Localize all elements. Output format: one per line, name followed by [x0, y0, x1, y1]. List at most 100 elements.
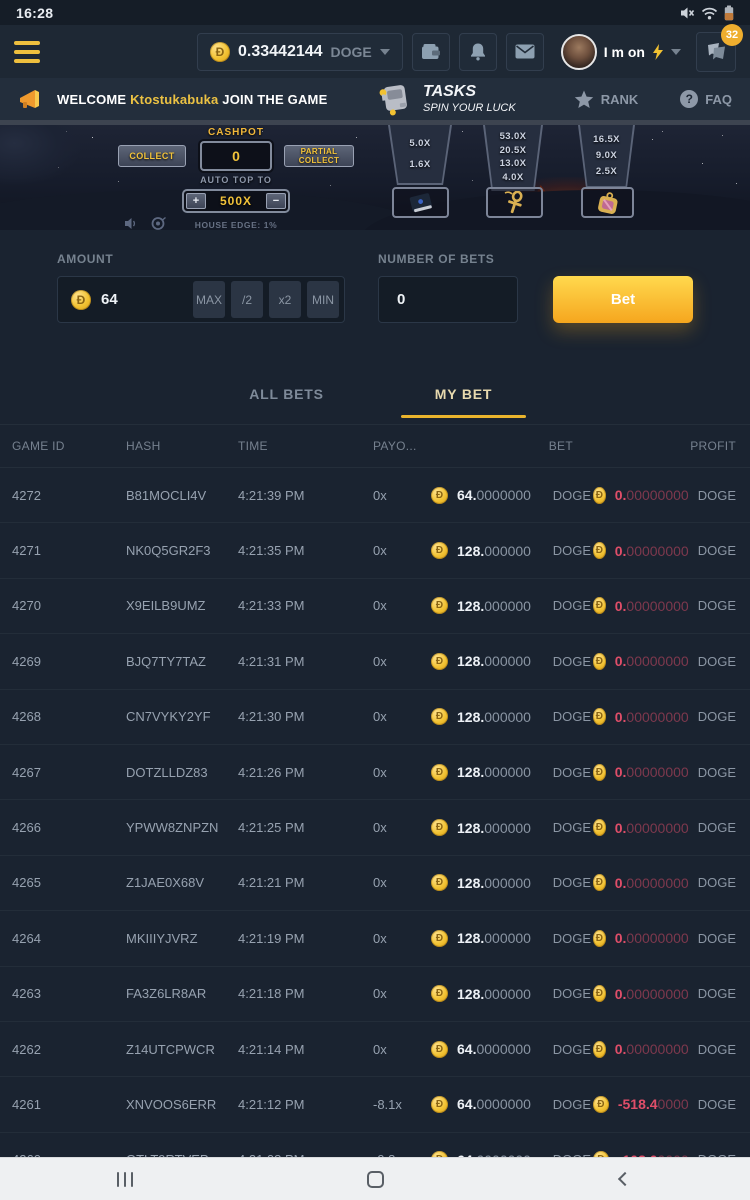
header-bet: BET — [431, 439, 593, 453]
table-row[interactable]: 4268 CN7VYKY2YF 4:21:30 PM 0x Đ 128.0000… — [0, 690, 750, 745]
mail-icon — [515, 44, 535, 59]
amount-max-button[interactable]: MAX — [193, 281, 225, 318]
cell-payout: 0x — [373, 986, 431, 1001]
cell-time: 4:21:25 PM — [238, 820, 373, 835]
doge-coin-icon: Đ — [431, 985, 448, 1002]
wallet-button[interactable] — [412, 33, 450, 71]
amount-2-button[interactable]: /2 — [231, 281, 263, 318]
cell-hash: X9EILB9UMZ — [126, 598, 238, 613]
table-row[interactable]: 4270 X9EILB9UMZ 4:21:33 PM 0x Đ 128.0000… — [0, 579, 750, 634]
item-card-amulet[interactable] — [581, 187, 634, 218]
faq-label: FAQ — [705, 92, 732, 107]
cell-profit: Đ -518.40000 DOGE — [593, 1096, 738, 1113]
minus-button[interactable]: − — [266, 193, 286, 209]
cell-profit: Đ 0.00000000 DOGE — [593, 708, 738, 725]
chat-unread-badge: 32 — [721, 24, 743, 46]
doge-coin-icon: Đ — [593, 542, 606, 559]
table-row[interactable]: 4266 YPWW8ZNPZN 4:21:25 PM 0x Đ 128.0000… — [0, 800, 750, 855]
android-nav-bar — [0, 1157, 750, 1200]
user-name: I m on — [604, 44, 645, 60]
balance-amount: 0.33442144 — [238, 43, 323, 61]
cell-time: 4:21:19 PM — [238, 931, 373, 946]
status-bar: 16:28 — [0, 0, 750, 25]
cell-profit: Đ 0.00000000 DOGE — [593, 985, 738, 1002]
item-card-book[interactable] — [392, 187, 449, 218]
user-menu[interactable]: I m on — [561, 34, 681, 70]
table-row[interactable]: 4262 Z14UTCPWCR 4:21:14 PM 0x Đ 64.00000… — [0, 1022, 750, 1077]
amount-label: AMOUNT — [57, 252, 345, 266]
bet-button[interactable]: Bet — [553, 276, 693, 323]
table-row[interactable]: 4265 Z1JAE0X68V 4:21:21 PM 0x Đ 128.0000… — [0, 856, 750, 911]
table-row[interactable]: 4271 NK0Q5GR2F3 4:21:35 PM 0x Đ 128.0000… — [0, 523, 750, 578]
table-row[interactable]: 4267 DOTZLLDZ83 4:21:26 PM 0x Đ 128.0000… — [0, 745, 750, 800]
snail-icon[interactable] — [151, 216, 167, 230]
promo-banner: WELCOME Ktostukabuka JOIN THE GAME TASKS… — [0, 78, 750, 120]
partial-collect-button[interactable]: PARTIAL COLLECT — [284, 145, 354, 167]
table-row[interactable]: 4263 FA3Z6LR8AR 4:21:18 PM 0x Đ 128.0000… — [0, 967, 750, 1022]
tasks-title: TASKS — [423, 83, 516, 101]
back-button[interactable] — [500, 1174, 750, 1184]
wallet-icon — [421, 43, 441, 61]
doge-coin-icon: Đ — [593, 653, 606, 670]
bets-input-box — [378, 276, 518, 323]
cell-game-id: 4266 — [12, 820, 126, 835]
doge-coin-icon: Đ — [431, 542, 448, 559]
number-of-bets-input[interactable] — [397, 291, 467, 308]
rank-link[interactable]: RANK — [574, 90, 639, 109]
doge-coin-icon: Đ — [71, 290, 91, 310]
cell-profit: Đ 0.00000000 DOGE — [593, 1041, 738, 1058]
multiplier-label: 1.6X — [409, 159, 430, 170]
messages-button[interactable] — [506, 33, 544, 71]
faq-link[interactable]: ? FAQ — [680, 90, 732, 108]
balance-selector[interactable]: Đ 0.33442144 DOGE — [197, 33, 403, 71]
cell-payout: 0x — [373, 654, 431, 669]
table-row[interactable]: 4261 XNVOOS6ERR 4:21:12 PM -8.1x Đ 64.00… — [0, 1077, 750, 1132]
cell-game-id: 4268 — [12, 709, 126, 724]
collect-button[interactable]: COLLECT — [118, 145, 186, 167]
notifications-button[interactable] — [459, 33, 497, 71]
cell-time: 4:21:31 PM — [238, 654, 373, 669]
cell-profit: Đ 0.00000000 DOGE — [593, 874, 738, 891]
multiplier-tower-3: 16.5X9.0X2.5X — [578, 125, 635, 188]
cell-hash: XNVOOS6ERR — [126, 1097, 238, 1112]
table-row[interactable]: 4269 BJQ7TY7TAZ 4:21:31 PM 0x Đ 128.0000… — [0, 634, 750, 689]
cell-time: 4:21:39 PM — [238, 488, 373, 503]
table-row[interactable]: 4272 B81MOCLI4V 4:21:39 PM 0x Đ 64.00000… — [0, 468, 750, 523]
battery-icon — [724, 5, 734, 21]
cell-hash: YPWW8ZNPZN — [126, 820, 238, 835]
home-button[interactable] — [250, 1171, 500, 1188]
doge-coin-icon: Đ — [431, 487, 448, 504]
cell-payout: 0x — [373, 598, 431, 613]
cashpot-value: 0 — [200, 141, 272, 171]
doge-coin-icon: Đ — [431, 764, 448, 781]
amount-min-button[interactable]: MIN — [307, 281, 339, 318]
cell-bet: Đ 128.000000 DOGE — [431, 985, 593, 1002]
chat-button[interactable]: 32 — [696, 32, 736, 72]
cell-hash: MKIIIYJVRZ — [126, 931, 238, 946]
menu-icon[interactable] — [14, 41, 40, 63]
plus-button[interactable]: + — [186, 193, 206, 209]
doge-coin-icon: Đ — [593, 764, 606, 781]
tab-my-bet[interactable]: MY BET — [375, 363, 552, 424]
doge-coin-icon: Đ — [431, 819, 448, 836]
item-card-ankh[interactable] — [486, 187, 543, 218]
amount-x2-button[interactable]: x2 — [269, 281, 301, 318]
doge-coin-icon: Đ — [593, 1041, 606, 1058]
multiplier-label: 16.5X — [593, 134, 620, 145]
amount-input[interactable] — [101, 291, 171, 308]
doge-coin-icon: Đ — [593, 985, 606, 1002]
header-time: TIME — [238, 439, 373, 453]
speaker-icon[interactable] — [124, 217, 138, 230]
bet-controls: AMOUNT Đ MAX/2x2MIN NUMBER OF BETS Bet — [0, 230, 750, 345]
book-icon — [406, 192, 436, 214]
recents-button[interactable] — [0, 1172, 250, 1187]
chevron-down-icon — [380, 49, 390, 55]
table-row[interactable]: 4264 MKIIIYJVRZ 4:21:19 PM 0x Đ 128.0000… — [0, 911, 750, 966]
tasks-link[interactable]: TASKSSPIN YOUR LUCK — [377, 82, 516, 116]
cell-game-id: 4272 — [12, 488, 126, 503]
clock: 16:28 — [16, 5, 53, 21]
tower-multipliers: 53.0X20.5X13.0X4.0X — [485, 125, 541, 189]
tab-all-bets[interactable]: ALL BETS — [198, 363, 375, 424]
cell-time: 4:21:18 PM — [238, 986, 373, 1001]
question-icon: ? — [680, 90, 698, 108]
